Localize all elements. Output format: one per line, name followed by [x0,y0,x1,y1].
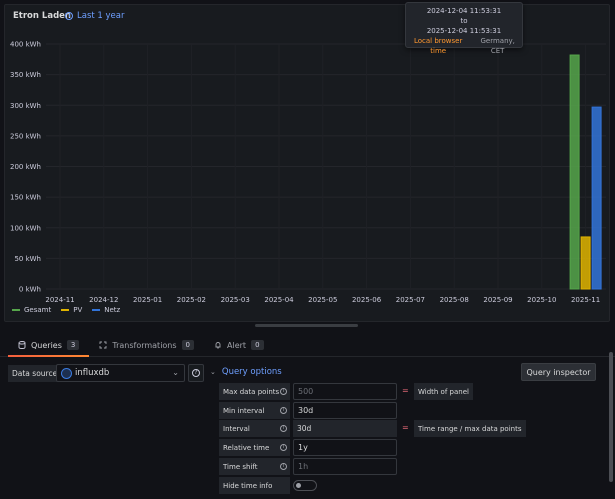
help-icon: ? [192,369,200,377]
chart-legend: Gesamt PV Netz [12,306,120,314]
x-tick-label: 2024-11 [45,296,74,304]
y-tick-label: 150 kWh [10,194,41,202]
x-tick-label: 2025-10 [527,296,556,304]
query-inspector-button[interactable]: Query inspector [521,363,596,381]
y-tick-label: 300 kWh [10,102,41,110]
transform-icon [99,341,107,349]
y-tick-label: 200 kWh [10,163,41,171]
tab-transformations[interactable]: Transformations 0 [89,334,204,356]
x-tick-label: 2025-01 [133,296,162,304]
x-tick-label: 2025-07 [396,296,425,304]
legend-swatch [61,309,70,311]
time-range-tooltip: 2024-12-04 11:53:31 to 2025-12-04 11:53:… [405,2,523,55]
y-tick-label: 250 kWh [10,132,41,140]
editor-tabs: Queries 3 Transformations 0 Alert 0 [0,334,615,357]
datasource-help-button[interactable]: ? [188,364,204,382]
equals-icon: = [402,423,409,432]
panel-resize-handle[interactable] [255,324,358,327]
info-icon[interactable]: i [280,407,287,414]
tab-transformations-count: 0 [181,340,195,350]
timezone-label: Local browser time [413,37,463,55]
legend-label: Gesamt [24,306,52,314]
info-icon[interactable]: i [280,425,287,432]
tooltip-timezone: Local browser time Germany, CET [406,36,522,56]
tab-alert-count: 0 [251,340,264,350]
x-tick-label: 2025-09 [483,296,512,304]
y-tick-label: 50 kWh [14,255,41,263]
x-tick-label: 2025-04 [264,296,294,304]
info-icon[interactable]: i [280,388,287,395]
tooltip-from: 2024-12-04 11:53:31 [426,7,502,15]
y-tick-label: 400 kWh [10,41,41,49]
query-options-label: Query options [221,367,282,377]
tooltip-to: 2025-12-04 11:53:31 [426,27,502,35]
max-data-points-note: Width of panel [414,383,473,400]
bar-pv [580,236,591,290]
tooltip-to-word: to [460,17,468,25]
min-interval-input[interactable]: 30d [293,402,397,419]
x-tick-label: 2025-11 [571,296,600,304]
hide-time-info-toggle[interactable] [293,480,317,491]
query-toolbar: Data source influxdb ⌄ ? ⌄ Query options… [0,363,615,383]
x-tick-label: 2025-03 [221,296,250,304]
chevron-down-icon: ⌄ [172,368,179,377]
datasource-value: influxdb [75,368,110,378]
info-icon[interactable]: i [280,444,287,451]
datasource-label: Data source [8,365,62,382]
legend-label: Netz [104,306,121,314]
legend-item[interactable]: Netz [92,306,120,314]
y-tick-label: 0 kWh [19,286,41,294]
tab-alert-label: Alert [227,340,247,350]
tab-transformations-label: Transformations [112,340,177,350]
influxdb-icon [61,367,72,379]
legend-item[interactable]: Gesamt [12,306,51,314]
query-options-toggle[interactable]: ⌄ Query options [210,367,282,377]
interval-value: 30d [293,420,397,437]
tab-alert[interactable]: Alert 0 [204,334,274,356]
editor-scrollbar[interactable] [609,352,613,482]
chevron-down-icon: ⌄ [210,368,216,376]
legend-swatch [92,309,101,311]
x-tick-label: 2025-08 [440,296,469,304]
legend-label: PV [73,306,83,314]
y-tick-label: 100 kWh [10,224,41,232]
legend-item[interactable]: PV [61,306,82,314]
max-data-points-input[interactable]: 500 [293,383,397,400]
relative-time-input[interactable]: 1y [293,439,397,456]
x-tick-label: 2025-02 [177,296,206,304]
interval-note: Time range / max data points [414,420,526,437]
x-tick-label: 2025-06 [352,296,382,304]
tab-queries[interactable]: Queries 3 [8,334,90,357]
y-tick-label: 350 kWh [10,71,41,79]
datasource-select[interactable]: influxdb ⌄ [56,364,185,382]
tab-queries-label: Queries [31,340,62,350]
info-icon[interactable]: i [280,463,287,470]
bar-chart: 0 kWh 50 kWh 100 kWh 150 kWh 200 kWh 250 kWh 3… [10,41,606,304]
bar-netz [591,106,602,290]
time-shift-input[interactable]: 1h [293,458,397,475]
database-icon [18,341,26,349]
x-tick-label: 2024-12 [89,296,118,304]
tab-queries-count: 3 [66,340,80,350]
timezone-value: Germany, CET [480,37,515,55]
legend-swatch [12,309,20,311]
x-tick-label: 2025-05 [308,296,337,304]
bell-icon [215,342,221,349]
hide-time-info-label: Hide time info [219,477,290,494]
bar-gesamt [569,54,580,290]
equals-icon: = [402,386,409,395]
